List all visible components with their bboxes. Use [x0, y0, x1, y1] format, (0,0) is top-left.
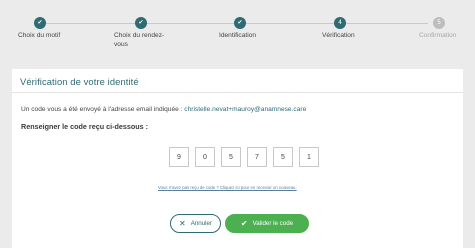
code-digit-input[interactable]: 0	[195, 147, 215, 167]
step-number: 4	[334, 17, 346, 29]
step-label: Confirmation	[419, 32, 457, 39]
code-digit-input[interactable]: 9	[169, 147, 189, 167]
code-digit-input[interactable]: 5	[273, 147, 293, 167]
validate-code-button[interactable]: ✔ Valider le code	[225, 214, 309, 233]
verification-card: Vérification de votre identité Un code v…	[12, 69, 463, 248]
code-input-group: 9 0 5 7 5 1	[169, 147, 319, 167]
step-label: Choix du rendez-vous	[114, 32, 165, 48]
cancel-button[interactable]: ✕ Annuler	[170, 214, 221, 233]
step-label: Choix du motif	[18, 32, 61, 39]
code-digit-input[interactable]: 1	[299, 147, 319, 167]
email-address: christelle.nevat+mauroy@anamnese.care	[184, 106, 307, 113]
close-icon: ✕	[178, 218, 186, 228]
check-icon: ✔	[135, 17, 147, 29]
check-icon: ✔	[234, 17, 246, 29]
validate-label: Valider le code	[252, 220, 294, 227]
step-label: Vérification	[322, 32, 355, 39]
code-digit-input[interactable]: 5	[221, 147, 241, 167]
progress-stepper: ✔ Choix du motif ✔ Choix du rendez-vous …	[0, 0, 475, 62]
cancel-label: Annuler	[190, 220, 213, 227]
code-instruction: Renseigner le code reçu ci-dessous :	[21, 122, 149, 131]
resend-code-link[interactable]: Vous n'avez pas reçu de code ? Cliquez i…	[158, 185, 297, 190]
page-title: Vérification de votre identité	[20, 76, 139, 87]
code-digit-input[interactable]: 7	[247, 147, 267, 167]
step-number: 5	[433, 17, 445, 29]
step-label: Identification	[219, 32, 257, 39]
info-text: Un code vous a été envoyé à l'adresse em…	[21, 106, 306, 113]
check-icon: ✔	[240, 218, 248, 228]
info-prefix: Un code vous a été envoyé à l'adresse em…	[21, 106, 183, 113]
check-icon: ✔	[34, 17, 46, 29]
divider	[12, 92, 463, 93]
